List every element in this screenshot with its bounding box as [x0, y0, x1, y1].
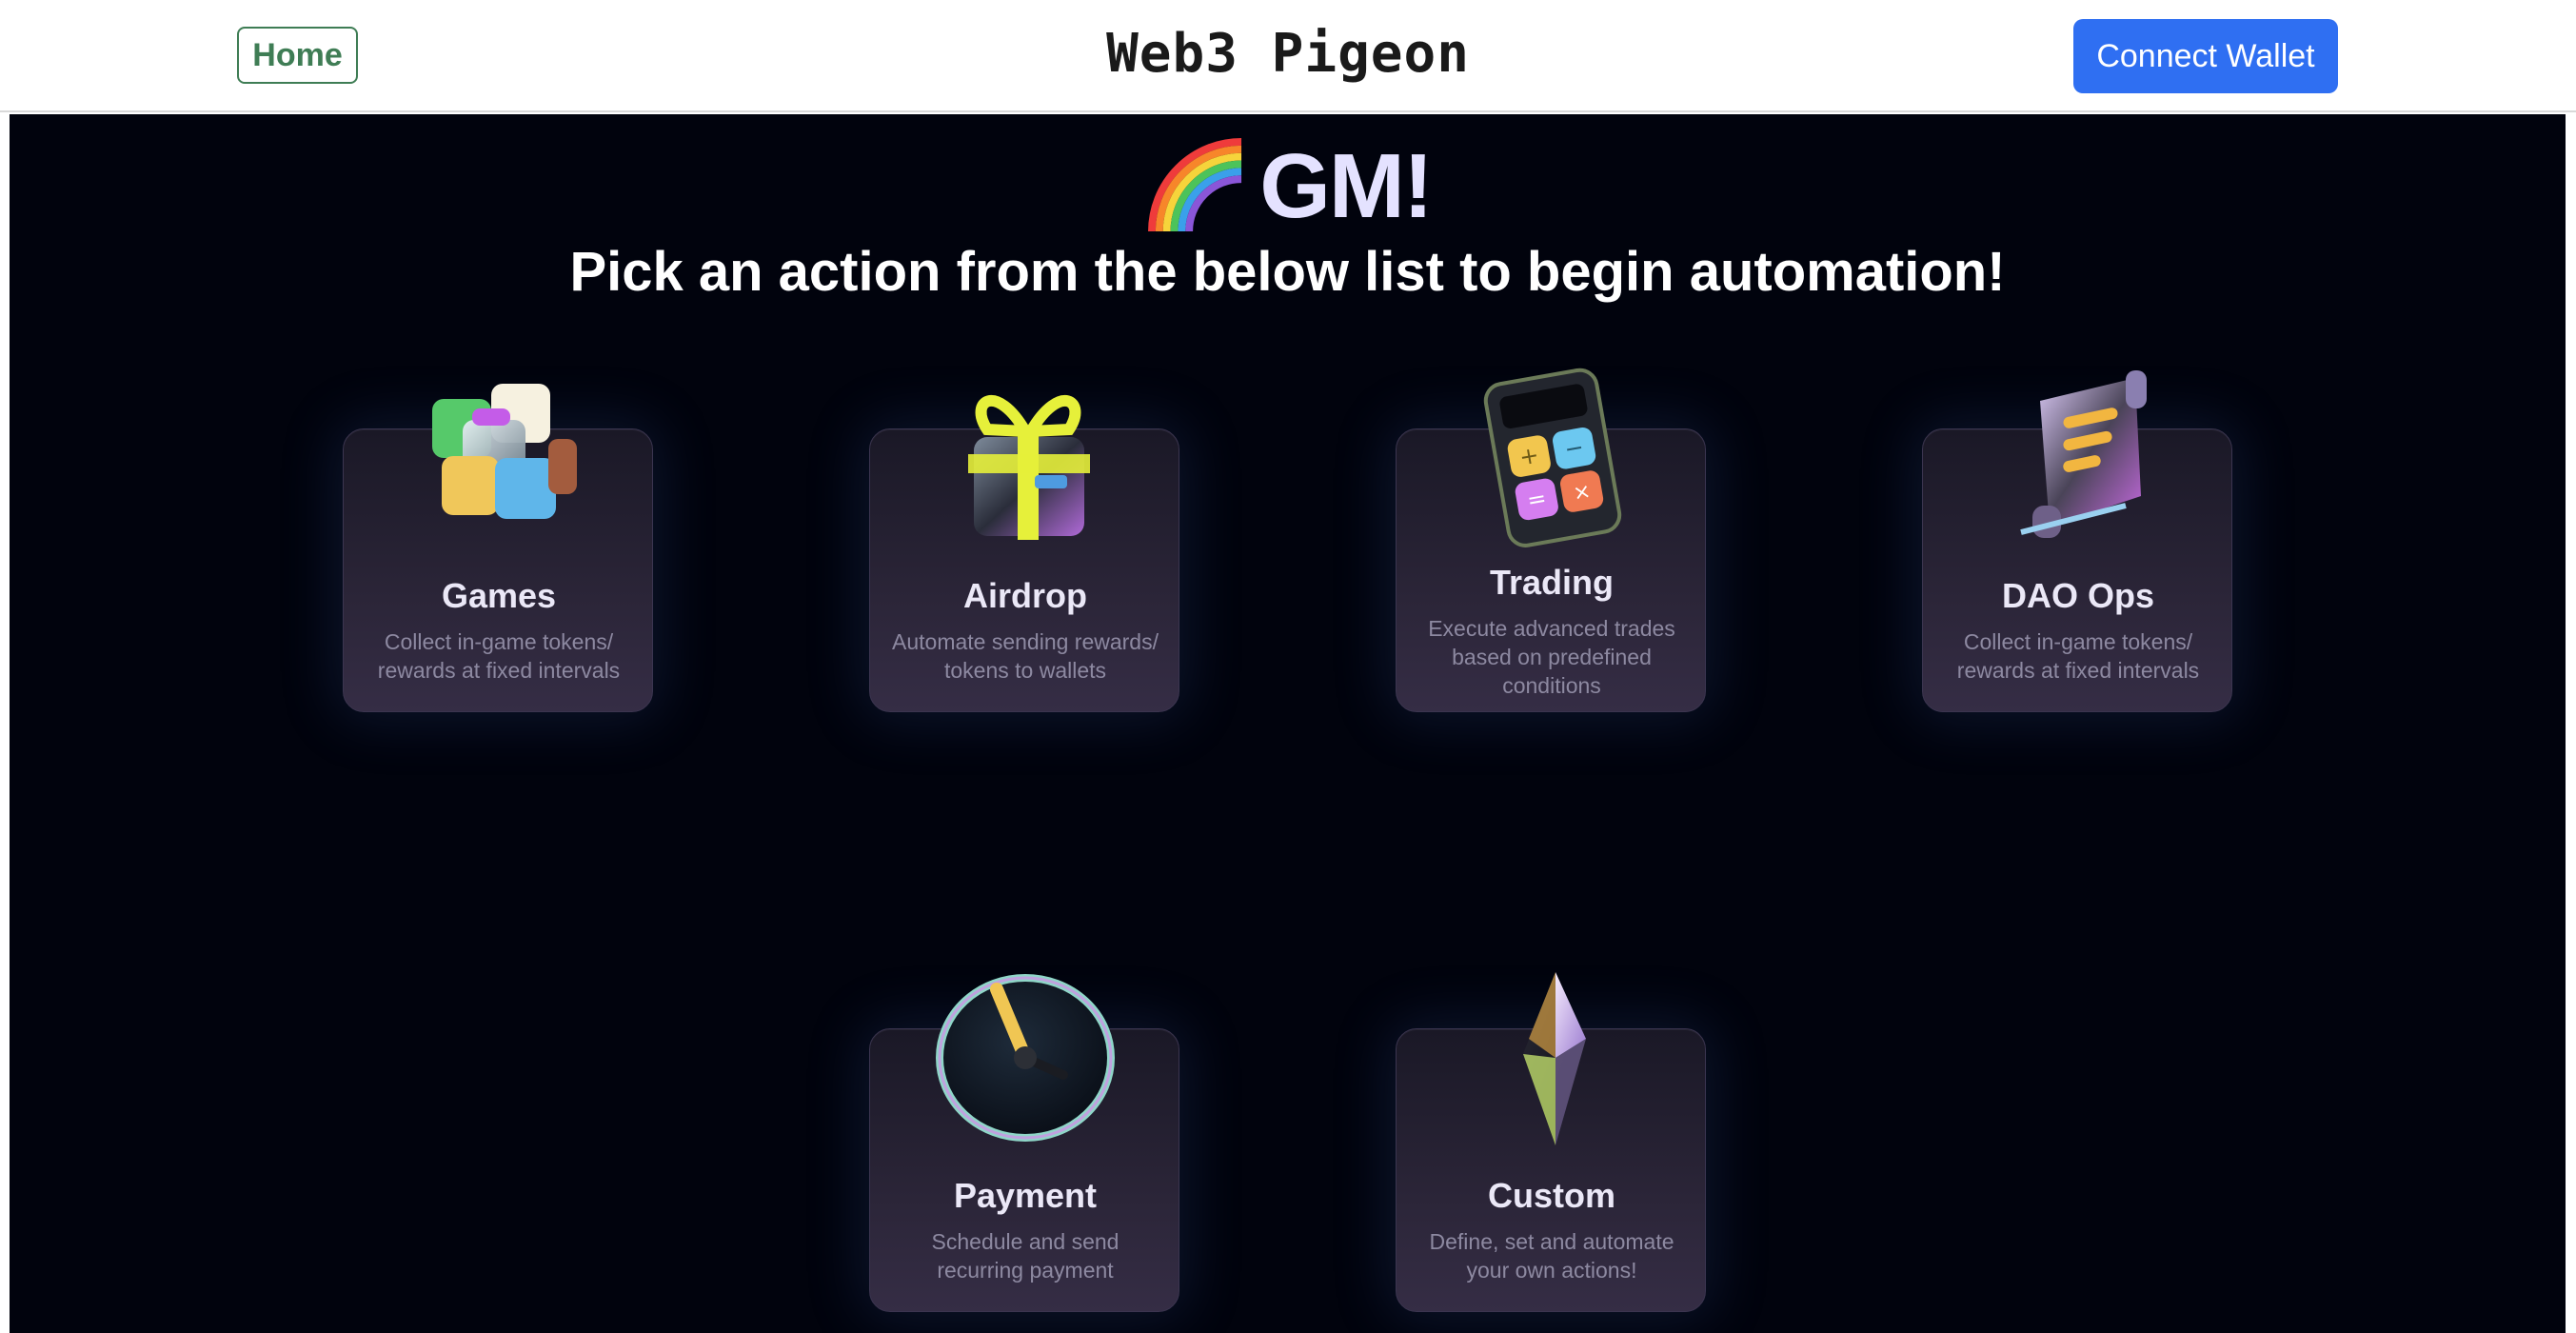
action-card-airdrop[interactable]: Airdrop Automate sending rewards/ tokens… — [869, 395, 1179, 712]
card-title: Custom — [1488, 1176, 1615, 1215]
main-stage: GM! Pick an action from the below list t… — [10, 114, 2566, 1333]
card-description: Execute advanced trades based on predefi… — [1428, 616, 1675, 698]
card-title: DAO Ops — [2001, 576, 2154, 615]
action-card-custom[interactable]: Custom Define, set and automate your own… — [1396, 972, 1706, 1312]
card-title: Airdrop — [963, 576, 1087, 615]
gift-icon — [968, 395, 1090, 540]
card-description: Automate sending rewards/ tokens to wall… — [892, 629, 1159, 683]
card-description: Schedule and send recurring payment — [931, 1229, 1120, 1283]
home-button[interactable]: Home — [237, 27, 358, 84]
page-subtitle: Pick an action from the below list to be… — [569, 241, 2006, 303]
card-description: Collect in-game tokens/ rewards at fixed… — [377, 629, 621, 683]
greeting-text: GM! — [1259, 135, 1434, 237]
clock-icon — [936, 974, 1115, 1142]
card-description: Collect in-game tokens/ rewards at fixed… — [1956, 629, 2200, 683]
action-card-trading[interactable]: + − = × Trading Execute advanced trades … — [1396, 368, 1706, 712]
card-title: Games — [441, 576, 557, 615]
card-description: Define, set and automate your own action… — [1429, 1229, 1674, 1283]
scroll-icon — [2020, 370, 2147, 538]
connect-wallet-button[interactable]: Connect Wallet — [2073, 19, 2338, 93]
top-navbar: Home Web3 Pigeon Connect Wallet — [0, 0, 2576, 112]
rainbow-icon — [1148, 138, 1242, 232]
action-card-payment[interactable]: Payment Schedule and send recurring paym… — [869, 974, 1179, 1312]
card-title: Payment — [953, 1176, 1098, 1215]
action-card-games[interactable]: Games Collect in-game tokens/ rewards at… — [343, 384, 653, 712]
crystal-icon — [1523, 972, 1586, 1145]
cube-icon — [432, 384, 577, 519]
calculator-icon: + − = × — [1483, 368, 1622, 547]
card-title: Trading — [1489, 563, 1614, 602]
greeting-row: GM! — [10, 133, 2566, 240]
action-card-dao-ops[interactable]: DAO Ops Collect in-game tokens/ rewards … — [1922, 370, 2232, 712]
